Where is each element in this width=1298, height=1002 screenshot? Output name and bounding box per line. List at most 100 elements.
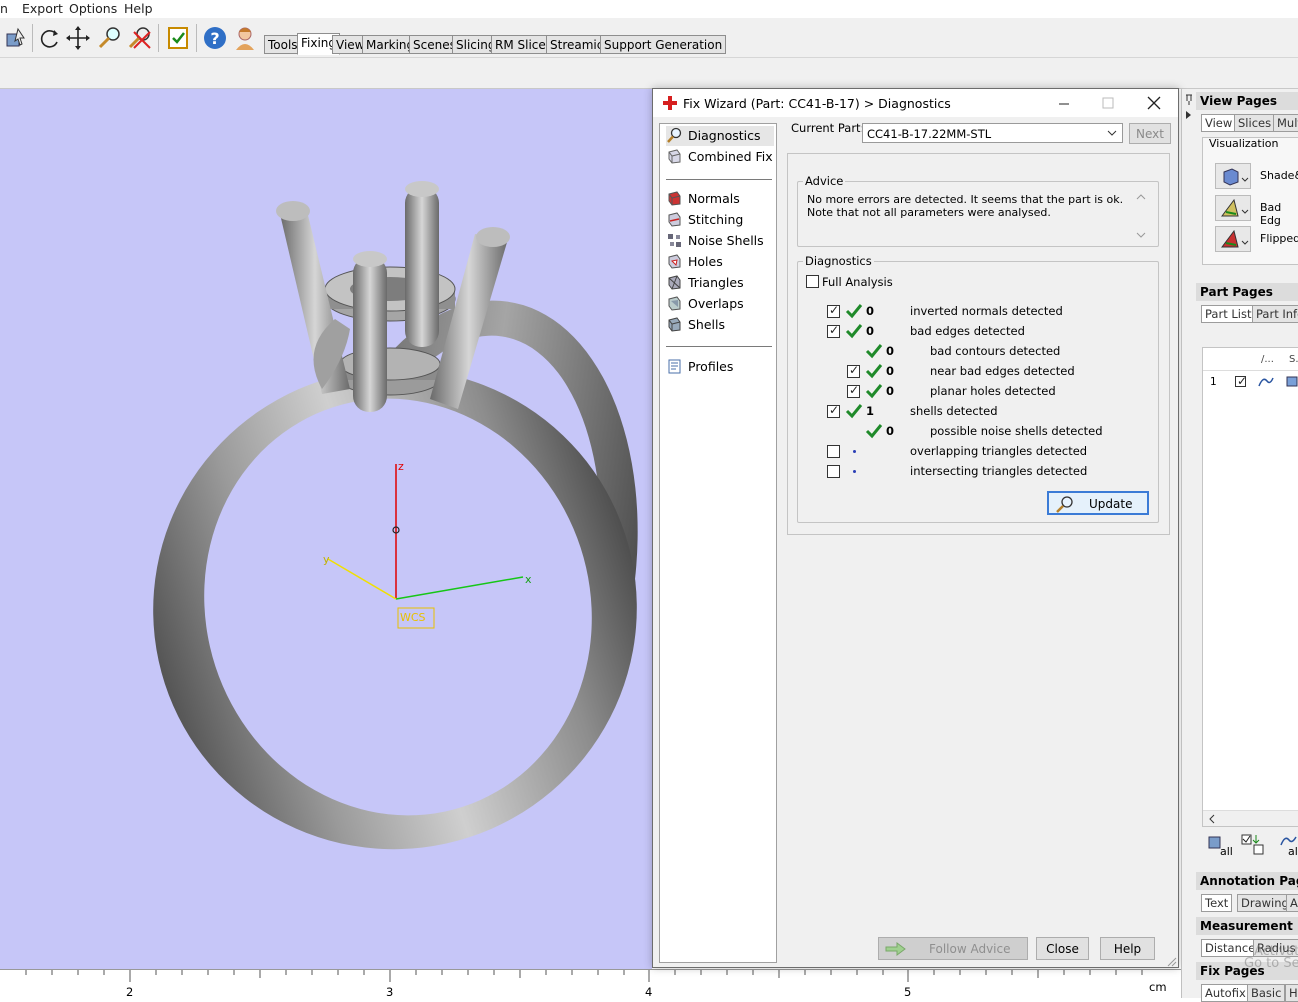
select-parts-icon[interactable] bbox=[2, 24, 30, 52]
visualization-label: Visualization bbox=[1209, 137, 1279, 150]
nav-item-profiles[interactable]: Profiles bbox=[666, 357, 774, 377]
3d-viewport[interactable]: z y x WCS bbox=[0, 89, 652, 969]
maximize-icon[interactable] bbox=[1101, 96, 1115, 110]
nav-item-holes[interactable]: Holes bbox=[666, 252, 774, 272]
rotate-icon[interactable] bbox=[36, 24, 64, 52]
view-pages-header[interactable]: View Pages bbox=[1196, 92, 1298, 110]
ruler-tick-label: 2 bbox=[126, 985, 134, 999]
dialog-title-bar[interactable]: Fix Wizard (Part: CC41-B-17) > Diagnosti… bbox=[653, 89, 1178, 117]
checklist-icon[interactable] bbox=[164, 24, 192, 52]
nav-item-combined-fix[interactable]: Combined Fix bbox=[666, 147, 774, 167]
arrow-right-icon bbox=[885, 942, 906, 956]
noise-shells-count: 0 bbox=[886, 424, 895, 438]
magnifier-icon bbox=[1056, 496, 1073, 513]
stitching-icon bbox=[668, 212, 681, 227]
part-pages-header[interactable]: Part Pages bbox=[1196, 283, 1298, 301]
menu-item-partial[interactable]: n bbox=[0, 1, 8, 16]
near-bad-edges-checkbox[interactable] bbox=[847, 363, 860, 378]
panel-pin-icon[interactable] bbox=[1183, 91, 1195, 121]
intersecting-triangles-checkbox[interactable] bbox=[827, 465, 840, 478]
check-icon bbox=[865, 424, 883, 439]
nav-item-stitching[interactable]: Stitching bbox=[666, 210, 774, 230]
tab-annotation-more[interactable]: A bbox=[1286, 894, 1298, 912]
bad-edges-checkbox[interactable] bbox=[827, 323, 840, 338]
nav-item-label: Noise Shells bbox=[688, 233, 764, 248]
menu-item-options[interactable]: Options bbox=[69, 1, 117, 16]
update-button[interactable]: Update bbox=[1047, 491, 1149, 515]
inverted-normals-count: 0 bbox=[866, 304, 875, 318]
tab-support-generation[interactable]: Support Generation bbox=[600, 35, 727, 54]
tab-part-info[interactable]: Part Info bbox=[1252, 305, 1298, 323]
part-list-scrollbar[interactable] bbox=[1203, 810, 1298, 826]
close-button[interactable]: Close bbox=[1036, 937, 1089, 960]
flipped-triangles-icon bbox=[1221, 229, 1249, 248]
tab-text[interactable]: Text bbox=[1201, 894, 1233, 912]
tab-fix-more[interactable]: H bbox=[1285, 984, 1298, 1002]
ruler-tick-label: 5 bbox=[904, 985, 912, 999]
part-row-index: 1 bbox=[1210, 376, 1217, 388]
nav-item-noise-shells[interactable]: Noise Shells bbox=[666, 231, 774, 251]
help-icon[interactable]: ? bbox=[201, 24, 229, 52]
full-analysis-checkbox[interactable] bbox=[806, 275, 819, 288]
tab-part-list[interactable]: Part List bbox=[1201, 305, 1256, 323]
menu-item-help[interactable]: Help bbox=[124, 1, 153, 16]
resize-grip-icon[interactable] bbox=[1165, 955, 1177, 967]
pending-dot bbox=[853, 450, 856, 453]
tab-tools[interactable]: Tools bbox=[264, 35, 302, 54]
tab-distance[interactable]: Distance bbox=[1201, 939, 1260, 957]
inverted-normals-checkbox[interactable] bbox=[827, 303, 840, 318]
nav-item-label: Stitching bbox=[688, 212, 744, 227]
part-list-toolbar: all all bbox=[1202, 831, 1298, 859]
flipped-triangles-button[interactable] bbox=[1215, 226, 1251, 252]
nav-item-normals[interactable]: Normals bbox=[666, 189, 774, 209]
svg-text:?: ? bbox=[210, 29, 219, 48]
assistant-icon[interactable] bbox=[231, 24, 259, 52]
planar-holes-count: 0 bbox=[886, 384, 895, 398]
shade-button[interactable] bbox=[1215, 163, 1251, 189]
ruler-unit: cm bbox=[1149, 980, 1167, 994]
current-part-select[interactable]: CC41-B-17.22MM-STL bbox=[862, 123, 1123, 143]
nav-item-label: Combined Fix bbox=[688, 149, 773, 164]
tab-autofix[interactable]: Autofix bbox=[1201, 984, 1250, 1002]
check-icon bbox=[865, 364, 883, 379]
bad-edges-button[interactable] bbox=[1215, 195, 1251, 221]
annotation-pages-header[interactable]: Annotation Pages bbox=[1196, 872, 1298, 890]
overlapping-triangles-checkbox[interactable] bbox=[827, 445, 840, 458]
planar-holes-label: planar holes detected bbox=[930, 384, 1056, 398]
measurement-pages-header[interactable]: Measurement Pag bbox=[1196, 917, 1298, 935]
planar-holes-checkbox[interactable] bbox=[847, 383, 860, 398]
nav-item-overlaps[interactable]: Overlaps bbox=[666, 294, 774, 314]
advice-scrollbar[interactable] bbox=[1135, 193, 1147, 239]
nav-item-diagnostics[interactable]: Diagnostics bbox=[666, 126, 774, 146]
nav-item-label: Profiles bbox=[688, 359, 734, 374]
minimize-icon[interactable] bbox=[1057, 97, 1071, 111]
part-visible-checkbox[interactable] bbox=[1235, 374, 1247, 388]
tab-basic[interactable]: Basic bbox=[1247, 984, 1286, 1002]
help-button[interactable]: Help bbox=[1100, 937, 1155, 960]
tab-view-page[interactable]: View bbox=[1201, 114, 1237, 132]
windows-watermark: Go to Setting bbox=[1244, 956, 1298, 971]
bad-contours-label: bad contours detected bbox=[930, 344, 1061, 358]
tab-mult[interactable]: Mult bbox=[1273, 114, 1298, 132]
menu-item-export[interactable]: Export bbox=[22, 1, 63, 16]
nav-item-shells[interactable]: Shells bbox=[666, 315, 774, 335]
all-label: all bbox=[1288, 845, 1298, 858]
dialog-title: Fix Wizard (Part: CC41-B-17) > Diagnosti… bbox=[683, 96, 951, 111]
nav-item-label: Triangles bbox=[688, 275, 744, 290]
follow-advice-label: Follow Advice bbox=[929, 942, 1011, 956]
zoom-fit-icon[interactable] bbox=[126, 24, 154, 52]
pan-icon[interactable] bbox=[64, 24, 92, 52]
tab-slices[interactable]: Slices bbox=[1234, 114, 1276, 132]
close-icon[interactable] bbox=[1146, 95, 1162, 111]
toggle-visibility-icon[interactable] bbox=[1240, 833, 1266, 857]
nav-item-triangles[interactable]: Triangles bbox=[666, 273, 774, 293]
advice-text: No more errors are detected. It seems th… bbox=[807, 193, 1124, 219]
shells-icon bbox=[668, 317, 681, 332]
combined-fix-icon bbox=[668, 149, 681, 164]
zoom-icon[interactable] bbox=[96, 24, 124, 52]
shells-checkbox[interactable] bbox=[827, 403, 840, 418]
nav-item-label: Overlaps bbox=[688, 296, 744, 311]
follow-advice-button[interactable]: Follow Advice bbox=[878, 937, 1028, 960]
next-button[interactable]: Next bbox=[1129, 123, 1171, 144]
tab-drawing[interactable]: Drawing bbox=[1237, 894, 1293, 912]
